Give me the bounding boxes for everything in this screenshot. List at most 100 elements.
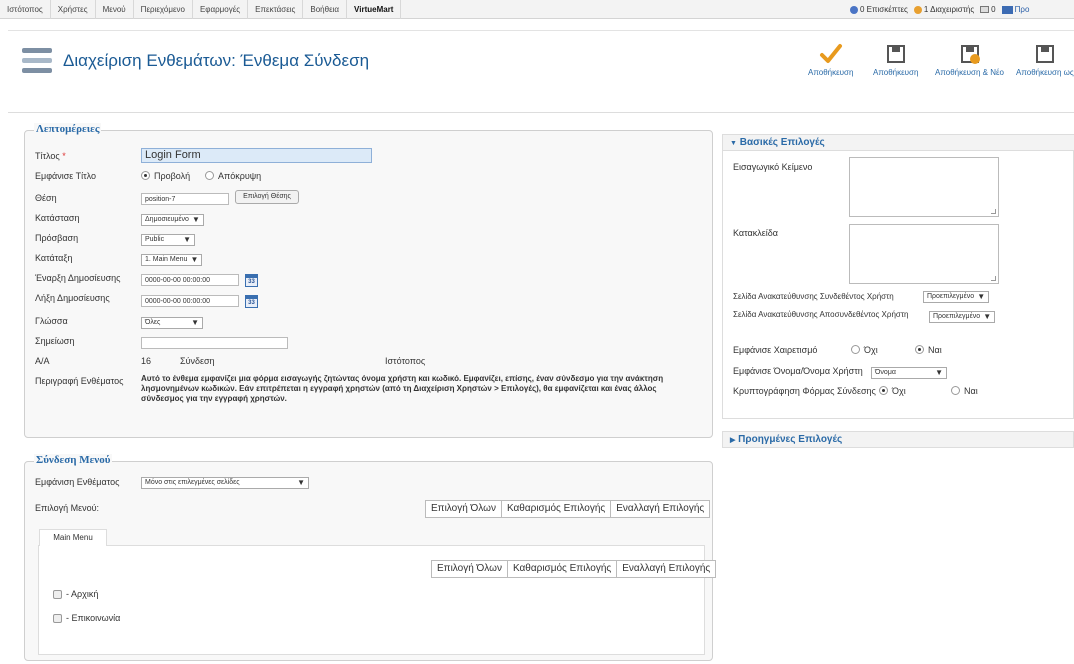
toggle-selection-button[interactable]: Εναλλαγή Επιλογής <box>617 561 715 577</box>
calendar-icon[interactable]: 33 <box>245 295 258 308</box>
module-assignment-label: Εμφάνιση Ενθέματος <box>35 477 120 487</box>
menu-components[interactable]: Εφαρμογές <box>193 0 249 19</box>
calendar-icon[interactable]: 33 <box>245 274 258 287</box>
show-name-label: Εμφάνισε Όνομα/Όνομα Χρήστη <box>733 366 863 376</box>
logout-redirect-label: Σελίδα Ανακατεύθυνσης Αποσυνδεθέντος Χρή… <box>733 310 909 319</box>
save-label: Αποθήκευση <box>873 68 919 77</box>
admins-status[interactable]: 1 Διαχειριστής <box>913 5 975 14</box>
menu-selection-buttons: Επιλογή Όλων Καθαρισμός Επιλογής Εναλλαγ… <box>425 500 711 518</box>
save-copy-button[interactable]: Αποθήκευση ως <box>1016 43 1074 77</box>
chevron-down-icon: ▼ <box>191 318 199 327</box>
visitors-count: 0 Επισκέπτες <box>860 5 908 14</box>
admins-count: 1 Διαχειριστής <box>923 5 975 14</box>
toggle-selection-button[interactable]: Εναλλαγή Επιλογής <box>611 501 709 517</box>
show-title-hide-radio[interactable] <box>205 171 214 180</box>
basic-options-panel: ▼ Βασικές Επιλογές Εισαγωγικό Κείμενο Κα… <box>722 134 1074 419</box>
position-label: Θέση <box>35 193 57 203</box>
greeting-no-label: Όχι <box>864 345 878 355</box>
select-position-button[interactable]: Επιλογή Θέσης <box>235 190 299 204</box>
greeting-no-radio[interactable] <box>851 345 860 354</box>
menu-site[interactable]: Ιστότοπος <box>0 0 51 19</box>
clear-selection-button[interactable]: Καθαρισμός Επιλογής <box>508 561 618 577</box>
clear-selection-button[interactable]: Καθαρισμός Επιλογής <box>502 501 612 517</box>
language-select[interactable]: Όλες ▼ <box>141 317 203 329</box>
save-button[interactable]: Αποθήκευση <box>873 43 918 77</box>
access-select[interactable]: Public ▼ <box>141 234 195 246</box>
menu-item-contact: - Επικοινωνία <box>66 613 121 623</box>
preview-label: Προ <box>1014 5 1030 14</box>
menu-item-checkbox[interactable] <box>53 590 62 599</box>
publish-up-input[interactable]: 0000-00-00 00:00:00 <box>141 274 239 286</box>
user-icon <box>850 5 858 14</box>
menu-users[interactable]: Χρήστες <box>51 0 96 19</box>
advanced-options-header[interactable]: ▶ Προηγμένες Επιλογές <box>722 431 1074 448</box>
title-label: Τίτλος * <box>35 151 66 161</box>
posttext-textarea[interactable] <box>849 224 999 284</box>
apply-button[interactable]: Αποθήκευση <box>808 43 853 77</box>
chevron-down-icon: ▼ <box>297 478 305 487</box>
encrypt-yes-label: Ναι <box>964 386 978 396</box>
show-title-show-radio[interactable] <box>141 171 150 180</box>
pretext-textarea[interactable] <box>849 157 999 217</box>
menu-menus[interactable]: Μενού <box>96 0 134 19</box>
details-legend: Λεπτομέρειες <box>34 123 102 135</box>
show-title-show-label: Προβολή <box>154 171 191 181</box>
menu-content[interactable]: Περιεχόμενο <box>134 0 193 19</box>
note-label: Σημείωση <box>35 336 75 346</box>
menu-extensions[interactable]: Επεκτάσεις <box>248 0 304 19</box>
menu-item-checkbox[interactable] <box>53 614 62 623</box>
preview-link[interactable]: Προ <box>1001 5 1030 14</box>
mail-icon <box>980 6 990 13</box>
position-input[interactable]: position-7 <box>141 193 229 205</box>
chevron-down-icon: ▼ <box>190 255 199 264</box>
show-name-select[interactable]: Όνομα ▼ <box>871 367 947 379</box>
status-select[interactable]: Δημοσιευμένο ▼ <box>141 214 204 226</box>
menu-help[interactable]: Βοήθεια <box>303 0 348 19</box>
menu-virtuemart[interactable]: VirtueMart <box>347 0 402 19</box>
publish-down-label: Λήξη Δημοσίευσης <box>35 293 110 303</box>
menu-assignment-fieldset: Σύνδεση Μενού Εμφάνιση Ενθέματος Μόνο στ… <box>24 454 717 661</box>
save-copy-label: Αποθήκευση ως <box>1016 68 1074 77</box>
user-icon <box>913 5 922 14</box>
note-input[interactable] <box>141 337 288 349</box>
chevron-down-icon: ▼ <box>983 312 992 321</box>
save-new-icon <box>960 45 980 64</box>
menu-tab-panel: Επιλογή Όλων Καθαρισμός Επιλογής Εναλλαγ… <box>38 545 717 655</box>
chevron-down-icon: ▼ <box>730 140 737 147</box>
show-title-hide-label: Απόκρυψη <box>218 171 262 181</box>
details-fieldset: Λεπτομέρειες Τίτλος * Login Form Εμφάνισ… <box>24 123 713 438</box>
save-new-button[interactable]: Αποθήκευση & Νέο <box>935 43 1004 77</box>
ordering-label: Κατάταξη <box>35 253 73 263</box>
publish-down-input[interactable]: 0000-00-00 00:00:00 <box>141 295 239 307</box>
encrypt-yes-radio[interactable] <box>951 386 960 395</box>
status-label: Κατάσταση <box>35 213 80 223</box>
description-label: Περιγραφή Ενθέματος <box>35 376 124 386</box>
select-all-button[interactable]: Επιλογή Όλων <box>432 561 508 577</box>
ordering-select[interactable]: 1. Main Menu ▼ <box>141 254 203 266</box>
apply-label: Αποθήκευση <box>808 68 854 77</box>
posttext-label: Κατακλείδα <box>733 228 778 238</box>
tab-selection-buttons: Επιλογή Όλων Καθαρισμός Επιλογής Εναλλαγ… <box>431 560 717 578</box>
access-label: Πρόσβαση <box>35 233 79 243</box>
login-redirect-select[interactable]: Προεπιλεγμένο ▼ <box>923 291 990 303</box>
select-all-button[interactable]: Επιλογή Όλων <box>426 501 502 517</box>
basic-options-header[interactable]: ▼ Βασικές Επιλογές <box>722 134 1074 151</box>
menu-item-home: - Αρχική <box>66 589 99 599</box>
status-area: 0 Επισκέπτες 1 Διαχειριστής 0 Προ <box>850 0 1035 19</box>
monitor-icon <box>1001 5 1013 14</box>
encrypt-no-radio[interactable] <box>879 386 888 395</box>
show-title-label: Εμφάνισε Τίτλο <box>35 171 97 181</box>
greeting-yes-label: Ναι <box>928 345 942 355</box>
logout-redirect-select[interactable]: Προεπιλεγμένο ▼ <box>929 311 996 323</box>
greeting-yes-radio[interactable] <box>915 345 924 354</box>
menu-assignment-legend: Σύνδεση Μενού <box>34 454 113 466</box>
visitors-status[interactable]: 0 Επισκέπτες <box>850 5 908 14</box>
module-assignment-select[interactable]: Μόνο στις επιλεγμένες σελίδες ▼ <box>141 477 309 489</box>
messages-status[interactable]: 0 <box>980 5 996 14</box>
greeting-label: Εμφάνισε Χαιρετισμό <box>733 345 818 355</box>
title-input[interactable]: Login Form <box>141 148 372 163</box>
chevron-down-icon: ▼ <box>191 215 200 224</box>
publish-up-label: Έναρξη Δημοσίευσης <box>35 273 121 283</box>
login-redirect-label: Σελίδα Ανακατεύθυνσης Συνδεθέντος Χρήστη <box>733 292 894 301</box>
tab-main-menu[interactable]: Main Menu <box>39 529 107 546</box>
